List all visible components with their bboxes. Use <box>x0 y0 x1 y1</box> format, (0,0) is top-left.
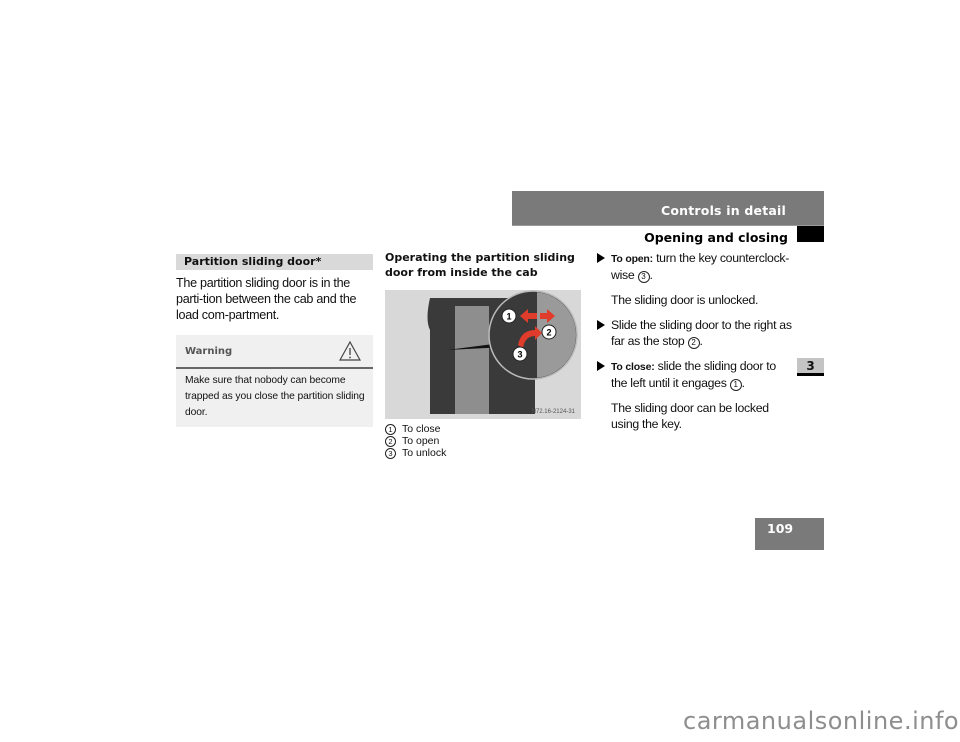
instruction-step: To close: slide the sliding door to the … <box>597 358 795 391</box>
instruction-step: To open: turn the key counterclock-wise … <box>597 250 795 283</box>
svg-text:3: 3 <box>517 350 522 360</box>
step-lead: To open: <box>611 253 653 265</box>
step-lead: To close: <box>611 361 655 373</box>
legend-item: 3 To unlock <box>385 447 585 459</box>
ref-number: 2 <box>687 337 700 349</box>
step-tail: . <box>699 334 703 348</box>
door-illustration-graphic: 1 2 3 <box>427 290 578 414</box>
callout-3: 3 <box>512 346 528 362</box>
legend-label: To close <box>402 423 441 435</box>
bullet-arrow-icon <box>597 361 605 371</box>
intro-text: The partition sliding door is in the par… <box>176 276 357 322</box>
page-number: 109 <box>767 521 794 536</box>
warning-header: Warning <box>176 335 373 369</box>
section-marker <box>797 226 824 242</box>
middle-column: Operating the partition sliding door fro… <box>385 250 585 459</box>
legend-item: 1 To close <box>385 423 585 435</box>
chapter-tab: 3 <box>797 358 824 376</box>
chapter-title: Controls in detail <box>660 203 786 218</box>
ref-number: 3 <box>637 271 650 283</box>
figure-legend: 1 To close 2 To open 3 To unlock <box>385 423 585 459</box>
callout-1: 1 <box>501 308 517 324</box>
svg-text:1: 1 <box>506 312 511 322</box>
door-panel <box>455 306 489 414</box>
step-tail: . <box>741 376 745 390</box>
section-title: Opening and closing <box>644 230 788 245</box>
result-text: The sliding door can be locked using the… <box>611 401 769 431</box>
figure-heading: Operating the partition sliding door fro… <box>385 251 575 279</box>
legend-item: 2 To open <box>385 435 585 447</box>
result-text: The sliding door is unlocked. <box>611 293 759 307</box>
legend-number: 1 <box>385 423 396 435</box>
legend-label: To unlock <box>402 447 447 459</box>
left-column: Partition sliding door* The partition sl… <box>176 254 373 427</box>
page-number-box: 109 <box>755 518 824 550</box>
instruction-step: Slide the sliding door to the right as f… <box>597 317 795 349</box>
warning-triangle-icon <box>339 341 361 361</box>
door-illustration: 1 2 3 N72.16-2124-31 <box>385 290 581 419</box>
warning-box: Warning Make sure that nobody can become… <box>176 335 373 427</box>
watermark: carmanualsonline.info <box>683 707 960 735</box>
legend-number: 2 <box>385 435 396 447</box>
chapter-header-band: Controls in detail <box>512 191 824 226</box>
warning-text: Make sure that nobody can become trapped… <box>185 375 365 418</box>
warning-label: Warning <box>185 346 233 357</box>
legend-number: 3 <box>385 447 396 459</box>
legend-label: To open <box>402 435 440 447</box>
bullet-arrow-icon <box>597 253 605 263</box>
ref-number: 1 <box>729 379 742 391</box>
figure-id: N72.16-2124-31 <box>531 409 575 415</box>
magnifier-panel <box>537 292 576 378</box>
callout-2: 2 <box>541 324 557 340</box>
step-tail: . <box>649 268 653 282</box>
right-column: To open: turn the key counterclock-wise … <box>597 250 795 441</box>
subheading: Partition sliding door* <box>176 254 373 270</box>
svg-text:2: 2 <box>546 328 551 338</box>
bullet-arrow-icon <box>597 320 605 330</box>
